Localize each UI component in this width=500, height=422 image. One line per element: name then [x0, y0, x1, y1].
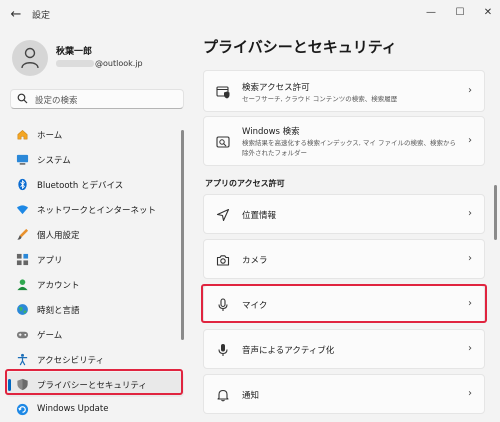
search-permissions-icon: [216, 86, 230, 99]
selection-indicator: [8, 379, 11, 391]
user-email: @outlook.jp: [56, 59, 143, 68]
section-heading-app-permissions: アプリのアクセス許可: [205, 179, 285, 188]
chevron-right-icon: ›: [468, 253, 472, 264]
globe-icon: [17, 304, 28, 315]
app-title: 設定: [32, 11, 51, 21]
card-title: カメラ: [242, 256, 268, 266]
user-profile[interactable]: 秋葉一郎 @outlook.jp: [12, 40, 192, 80]
bell-icon: [217, 389, 229, 402]
bluetooth-icon: [18, 178, 27, 191]
close-button[interactable]: ✕: [477, 4, 499, 22]
microphone-icon: [218, 298, 228, 311]
sidebar-item-network[interactable]: ネットワークとインターネット: [6, 197, 184, 222]
chevron-right-icon: ›: [468, 85, 472, 96]
sidebar-item-system[interactable]: システム: [6, 147, 184, 172]
chevron-right-icon: ›: [468, 343, 472, 354]
account-icon: [17, 279, 28, 291]
sidebar-scrollbar[interactable]: [181, 130, 184, 340]
card-search-permissions[interactable]: 検索アクセス許可 セーフサーチ, クラウド コンテンツの検索、検索履歴 ›: [203, 70, 485, 112]
sidebar-item-label: アクセシビリティ: [37, 356, 105, 366]
search-placeholder: 設定の検索: [35, 96, 78, 106]
card-title: 位置情報: [242, 211, 277, 221]
card-notifications[interactable]: 通知 ›: [203, 374, 485, 414]
card-title: マイク: [242, 301, 268, 311]
sidebar-item-label: ネットワークとインターネット: [37, 206, 157, 216]
sidebar-item-time-language[interactable]: 時刻と言語: [6, 297, 184, 322]
system-icon: [16, 154, 29, 165]
sidebar-item-label: 個人用設定: [37, 231, 80, 241]
sidebar-item-home[interactable]: ホーム: [6, 122, 184, 147]
avatar: [12, 40, 48, 76]
sidebar-item-label: 時刻と言語: [37, 306, 80, 316]
card-title: 検索アクセス許可: [242, 83, 310, 93]
user-email-domain: @outlook.jp: [95, 59, 143, 68]
camera-icon: [216, 255, 230, 266]
sidebar-item-label: プライバシーとセキュリティ: [37, 381, 147, 391]
main-scrollbar[interactable]: [494, 185, 497, 240]
apps-icon: [16, 253, 29, 266]
sidebar-item-apps[interactable]: アプリ: [6, 247, 184, 272]
back-button[interactable]: ←: [8, 7, 24, 23]
card-title: Windows 検索: [242, 127, 300, 137]
sidebar-nav: ホーム システム Bluetooth とデバイス ネットワークとインターネット …: [6, 122, 184, 422]
search-icon: [17, 93, 28, 107]
card-voice-activation[interactable]: 音声によるアクティブ化 ›: [203, 329, 485, 369]
sidebar-item-bluetooth[interactable]: Bluetooth とデバイス: [6, 172, 184, 197]
sidebar-item-label: システム: [37, 156, 71, 166]
sidebar-item-label: ゲーム: [37, 331, 63, 341]
page-title: プライバシーとセキュリティ: [203, 38, 397, 56]
user-name: 秋葉一郎: [56, 47, 93, 57]
sidebar-item-label: アカウント: [37, 281, 80, 291]
gamepad-icon: [16, 331, 29, 339]
card-microphone[interactable]: マイク ›: [203, 285, 485, 323]
home-icon: [17, 129, 28, 140]
sidebar-item-personalization[interactable]: 個人用設定: [6, 222, 184, 247]
shield-icon: [17, 378, 28, 391]
search-input[interactable]: 設定の検索: [10, 89, 184, 109]
sidebar-item-label: ホーム: [37, 131, 63, 141]
card-title: 通知: [242, 391, 260, 401]
sidebar-item-label: Bluetooth とデバイス: [37, 181, 124, 191]
sidebar-item-accounts[interactable]: アカウント: [6, 272, 184, 297]
sidebar-item-label: Windows Update: [37, 404, 109, 414]
location-icon: [216, 208, 230, 222]
voice-activation-icon: [218, 344, 228, 356]
title-bar: ← 設定 — ☐ ✕: [0, 0, 500, 30]
card-windows-search[interactable]: Windows 検索 検索結果を高速化する検索インデックス, マイ ファイルの検…: [203, 116, 485, 166]
card-description: 検索結果を高速化する検索インデックス, マイ ファイルの検索、検索から除外された…: [242, 139, 457, 157]
sidebar-item-gaming[interactable]: ゲーム: [6, 322, 184, 347]
wifi-icon: [16, 205, 29, 215]
windows-search-icon: [216, 136, 230, 148]
maximize-button[interactable]: ☐: [449, 4, 471, 22]
chevron-right-icon: ›: [468, 208, 472, 219]
settings-window: ← 設定 — ☐ ✕ 秋葉一郎 @outlook.jp 設定の検索 ホーム シス…: [0, 0, 500, 422]
sidebar-item-windows-update[interactable]: Windows Update: [6, 397, 184, 422]
brush-icon: [17, 228, 29, 240]
card-description: セーフサーチ, クラウド コンテンツの検索、検索履歴: [242, 95, 398, 103]
sidebar-item-privacy-security[interactable]: プライバシーとセキュリティ: [6, 372, 184, 397]
email-redaction: [56, 60, 94, 67]
chevron-right-icon: ›: [468, 388, 472, 399]
chevron-right-icon: ›: [468, 298, 472, 309]
minimize-button[interactable]: —: [420, 4, 442, 22]
card-camera[interactable]: カメラ ›: [203, 239, 485, 279]
update-icon: [16, 403, 29, 416]
chevron-right-icon: ›: [468, 135, 472, 146]
accessibility-icon: [17, 353, 28, 366]
sidebar-item-label: アプリ: [37, 256, 63, 266]
sidebar-item-accessibility[interactable]: アクセシビリティ: [6, 347, 184, 372]
card-location[interactable]: 位置情報 ›: [203, 194, 485, 234]
person-icon: [21, 47, 39, 69]
card-title: 音声によるアクティブ化: [242, 346, 335, 356]
